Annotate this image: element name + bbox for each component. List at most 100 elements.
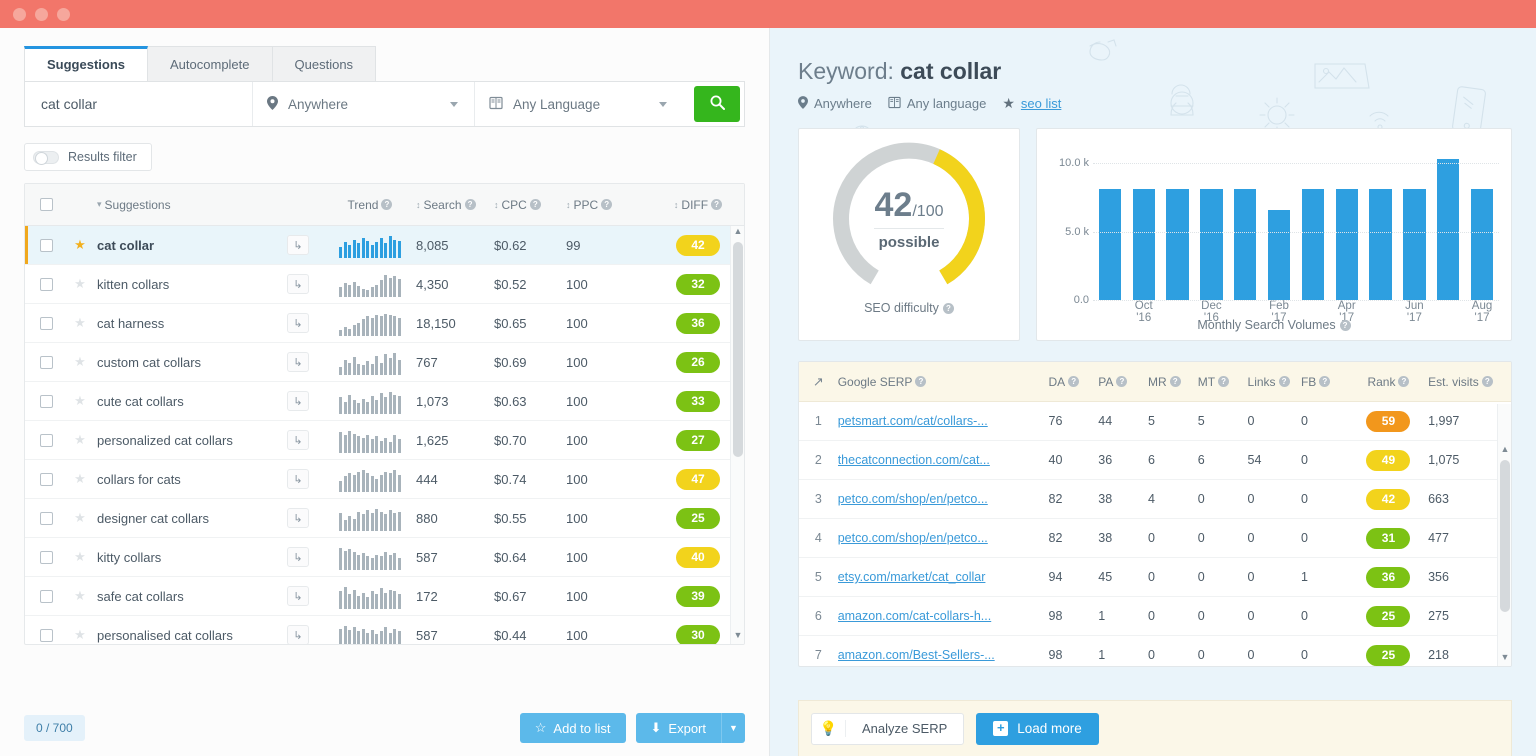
table-row[interactable]: 2thecatconnection.com/cat...403666540491… bbox=[799, 441, 1511, 480]
row-checkbox[interactable] bbox=[25, 473, 67, 486]
col-search[interactable]: ↕ Search ? bbox=[416, 198, 494, 212]
meta-seo-list[interactable]: ★ seo list bbox=[1002, 95, 1061, 112]
col-trend[interactable]: Trend ? bbox=[324, 192, 416, 218]
serp-url[interactable]: amazon.com/cat-collars-h... bbox=[838, 609, 1049, 623]
help-icon[interactable]: ? bbox=[1218, 376, 1229, 387]
row-checkbox[interactable] bbox=[25, 395, 67, 408]
table-row[interactable]: ★collars for cats↳444$0.7410047 bbox=[25, 460, 744, 499]
row-checkbox[interactable] bbox=[25, 434, 67, 447]
row-checkbox[interactable] bbox=[25, 239, 67, 252]
scroll-down-icon[interactable]: ▼ bbox=[731, 630, 745, 644]
chart-bar-column[interactable] bbox=[1330, 143, 1364, 300]
analyze-serp-button[interactable]: 💡 Analyze SERP bbox=[811, 713, 964, 745]
table-row[interactable]: ★custom cat collars↳767$0.6910026 bbox=[25, 343, 744, 382]
chart-bar-column[interactable] bbox=[1465, 143, 1499, 300]
row-star-icon[interactable]: ★ bbox=[67, 393, 93, 409]
serp-url-link[interactable]: thecatconnection.com/cat... bbox=[838, 453, 1039, 467]
chart-bar[interactable] bbox=[1336, 189, 1358, 300]
row-checkbox[interactable] bbox=[25, 629, 67, 642]
add-to-list-button[interactable]: ☆ Add to list bbox=[520, 713, 626, 743]
row-star-icon[interactable]: ★ bbox=[67, 315, 93, 331]
arrow-return-icon[interactable]: ↳ bbox=[287, 586, 309, 606]
row-drilldown[interactable]: ↳ bbox=[272, 235, 324, 255]
chart-bar-column[interactable] bbox=[1194, 143, 1228, 300]
chart-bar[interactable] bbox=[1403, 189, 1425, 300]
keyword-table-scrollbar[interactable]: ▲ ▼ bbox=[730, 226, 744, 644]
table-row[interactable]: ★kitten collars↳4,350$0.5210032 bbox=[25, 265, 744, 304]
row-star-icon[interactable]: ★ bbox=[67, 276, 93, 292]
chart-bar[interactable] bbox=[1302, 189, 1324, 300]
col-links[interactable]: Links? bbox=[1248, 375, 1301, 389]
chart-bar[interactable] bbox=[1133, 189, 1155, 300]
serp-table-scrollbar[interactable]: ▲ ▼ bbox=[1497, 404, 1511, 666]
serp-url[interactable]: petsmart.com/cat/collars-... bbox=[838, 414, 1049, 428]
row-checkbox[interactable] bbox=[25, 278, 67, 291]
help-icon[interactable]: ? bbox=[1279, 376, 1290, 387]
row-star-icon[interactable]: ★ bbox=[67, 588, 93, 604]
row-star-icon[interactable]: ★ bbox=[67, 354, 93, 370]
chart-bar[interactable] bbox=[1166, 189, 1188, 300]
serp-url[interactable]: amazon.com/Best-Sellers-... bbox=[838, 648, 1049, 662]
row-drilldown[interactable]: ↳ bbox=[272, 274, 324, 294]
arrow-return-icon[interactable]: ↳ bbox=[287, 391, 309, 411]
row-star-icon[interactable]: ★ bbox=[67, 471, 93, 487]
location-select[interactable]: Anywhere bbox=[253, 82, 475, 126]
chart-bar-column[interactable] bbox=[1397, 143, 1431, 300]
col-diff[interactable]: ↕ DIFF ? bbox=[652, 198, 744, 212]
export-dropdown-toggle[interactable]: ▼ bbox=[721, 713, 745, 743]
arrow-return-icon[interactable]: ↳ bbox=[287, 235, 309, 255]
row-checkbox[interactable] bbox=[25, 551, 67, 564]
scroll-down-icon[interactable]: ▼ bbox=[1498, 652, 1512, 666]
table-row[interactable]: ★safe cat collars↳172$0.6710039 bbox=[25, 577, 744, 616]
table-row[interactable]: ★designer cat collars↳880$0.5510025 bbox=[25, 499, 744, 538]
help-icon[interactable]: ? bbox=[1398, 376, 1409, 387]
search-button[interactable] bbox=[694, 86, 740, 122]
scroll-up-icon[interactable]: ▲ bbox=[731, 226, 745, 240]
row-drilldown[interactable]: ↳ bbox=[272, 352, 324, 372]
load-more-button[interactable]: + Load more bbox=[976, 713, 1099, 745]
chart-bar[interactable] bbox=[1471, 189, 1493, 300]
chart-bar-column[interactable] bbox=[1228, 143, 1262, 300]
row-star-icon[interactable]: ★ bbox=[67, 549, 93, 565]
tab-autocomplete[interactable]: Autocomplete bbox=[148, 46, 273, 81]
row-drilldown[interactable]: ↳ bbox=[272, 391, 324, 411]
row-star-icon[interactable]: ★ bbox=[67, 510, 93, 526]
help-icon[interactable]: ? bbox=[1319, 376, 1330, 387]
table-row[interactable]: 6amazon.com/cat-collars-h...981000025275 bbox=[799, 597, 1511, 636]
arrow-return-icon[interactable]: ↳ bbox=[287, 430, 309, 450]
chart-bar[interactable] bbox=[1200, 189, 1222, 300]
row-drilldown[interactable]: ↳ bbox=[272, 508, 324, 528]
keyword-search-input[interactable]: cat collar bbox=[25, 82, 253, 126]
chart-bar-column[interactable] bbox=[1093, 143, 1127, 300]
results-filter-toggle[interactable]: Results filter bbox=[24, 143, 152, 171]
language-select[interactable]: Any Language bbox=[475, 82, 683, 126]
col-mt[interactable]: MT? bbox=[1198, 375, 1248, 389]
table-row[interactable]: ★personalised cat collars↳587$0.4410030 bbox=[25, 616, 744, 645]
serp-url[interactable]: thecatconnection.com/cat... bbox=[838, 453, 1049, 467]
chart-bar-column[interactable] bbox=[1364, 143, 1398, 300]
expand-serp-icon[interactable]: ↗ bbox=[799, 374, 838, 390]
table-row[interactable]: ★kitty collars↳587$0.6410040 bbox=[25, 538, 744, 577]
serp-url-link[interactable]: petco.com/shop/en/petco... bbox=[838, 531, 1039, 545]
window-close-dot[interactable] bbox=[13, 8, 26, 21]
arrow-return-icon[interactable]: ↳ bbox=[287, 625, 309, 645]
row-star-icon[interactable]: ★ bbox=[67, 237, 93, 253]
col-pa[interactable]: PA? bbox=[1098, 375, 1148, 389]
serp-url-link[interactable]: amazon.com/cat-collars-h... bbox=[838, 609, 1039, 623]
col-fb[interactable]: FB? bbox=[1301, 375, 1349, 389]
window-maximize-dot[interactable] bbox=[57, 8, 70, 21]
help-icon[interactable]: ? bbox=[915, 376, 926, 387]
row-drilldown[interactable]: ↳ bbox=[272, 469, 324, 489]
row-drilldown[interactable]: ↳ bbox=[272, 430, 324, 450]
tab-questions[interactable]: Questions bbox=[273, 46, 377, 81]
chart-bar[interactable] bbox=[1234, 189, 1256, 300]
serp-url[interactable]: etsy.com/market/cat_collar bbox=[838, 570, 1049, 584]
chart-bar-column[interactable] bbox=[1296, 143, 1330, 300]
col-cpc[interactable]: ↕ CPC ? bbox=[494, 198, 566, 212]
serp-url-link[interactable]: petco.com/shop/en/petco... bbox=[838, 492, 1039, 506]
row-checkbox[interactable] bbox=[25, 356, 67, 369]
table-row[interactable]: ★cute cat collars↳1,073$0.6310033 bbox=[25, 382, 744, 421]
chart-bar-column[interactable] bbox=[1262, 143, 1296, 300]
serp-url-link[interactable]: amazon.com/Best-Sellers-... bbox=[838, 648, 1039, 662]
row-star-icon[interactable]: ★ bbox=[67, 627, 93, 643]
